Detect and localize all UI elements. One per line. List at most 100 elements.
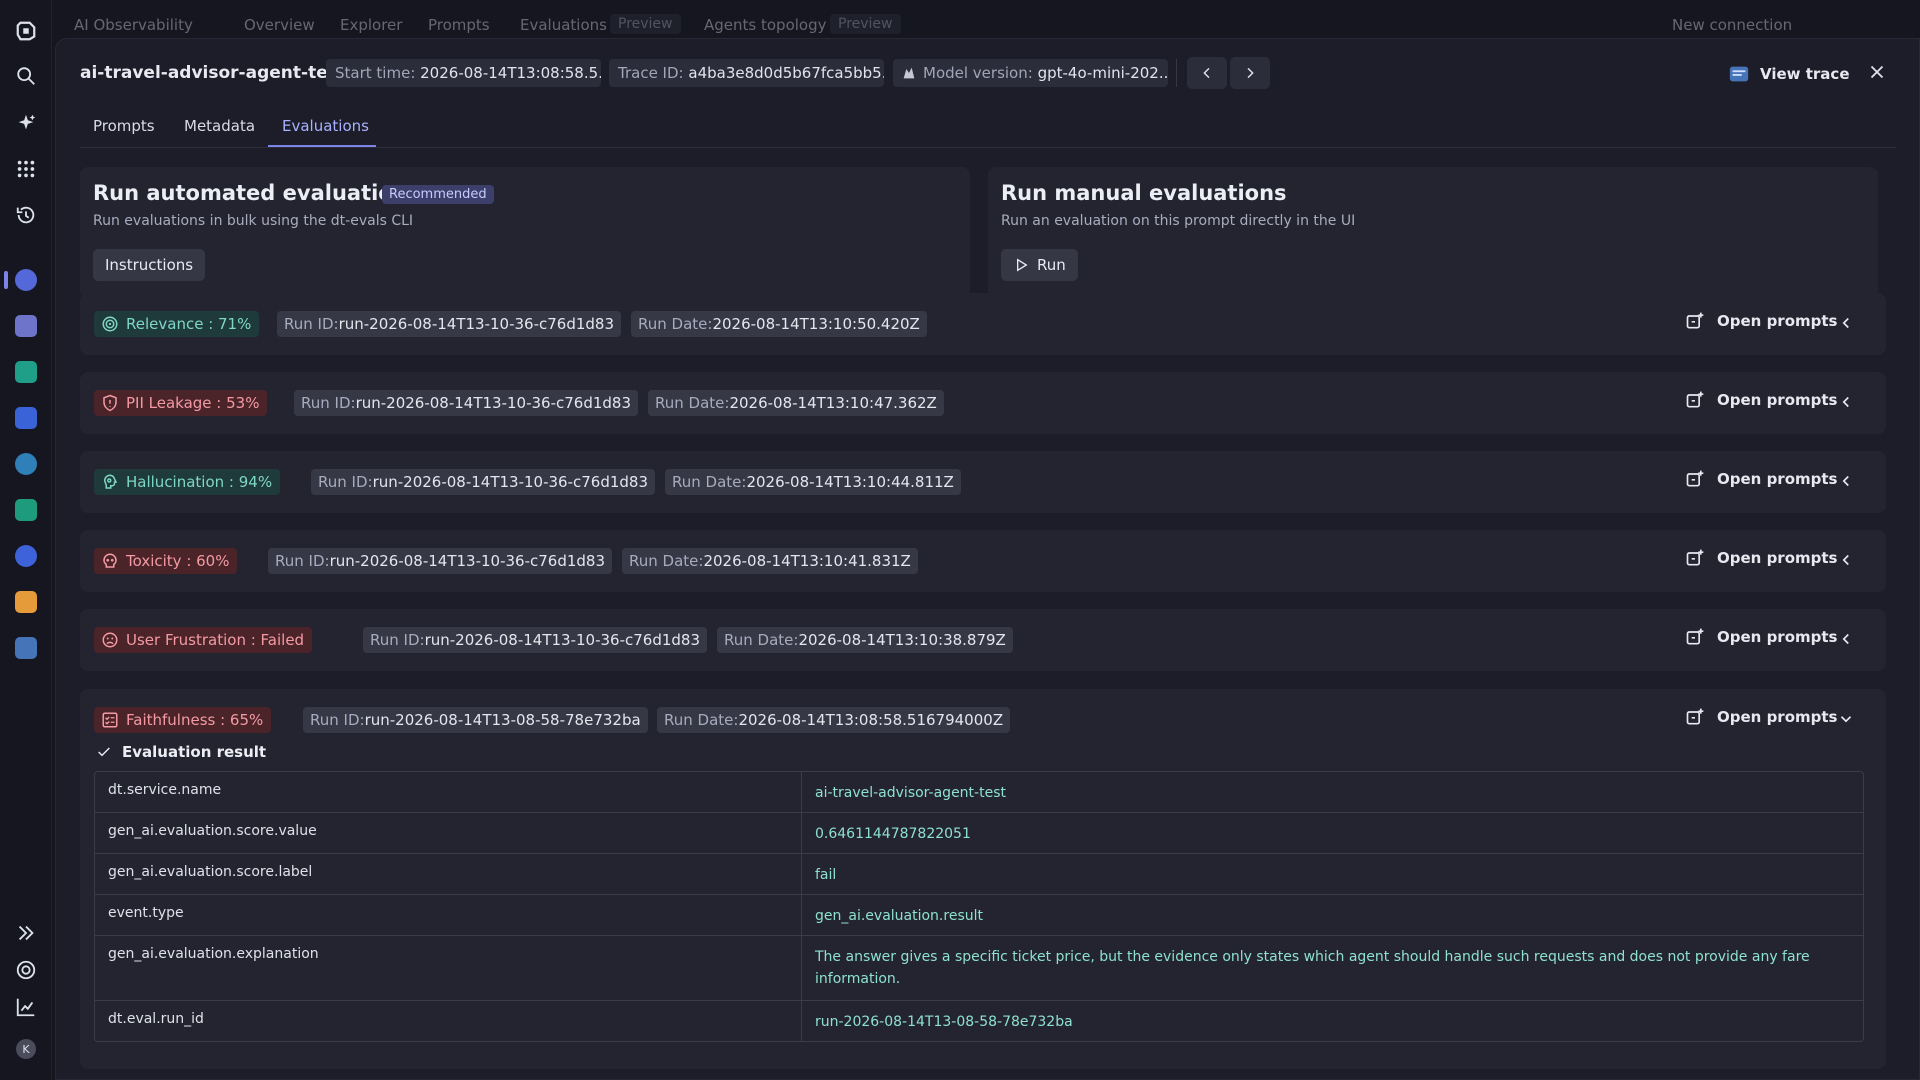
open-prompts-button[interactable]: Open prompts xyxy=(1685,627,1837,647)
evaluation-name: Relevance : 71% xyxy=(126,315,252,333)
run-date-chip: Run Date:2026-08-14T13:10:50.420Z xyxy=(631,311,927,337)
sparkle-icon[interactable] xyxy=(13,110,39,136)
evaluation-name: Toxicity : 60% xyxy=(126,552,230,570)
run-id-value: run-2026-08-14T13-10-36-c76d1d83 xyxy=(338,315,615,333)
new-connection-button[interactable]: New connection xyxy=(1672,16,1792,34)
run-button[interactable]: Run xyxy=(1001,249,1078,281)
evaluation-score-badge: Hallucination : 94% xyxy=(94,469,281,495)
help-ring-icon[interactable] xyxy=(13,957,39,983)
run-date-value: 2026-08-14T13:10:38.879Z xyxy=(798,631,1006,649)
ai-observability-app-icon[interactable] xyxy=(13,267,39,293)
chip-key: Trace ID xyxy=(618,64,679,82)
open-prompts-button[interactable]: Open prompts xyxy=(1685,390,1837,410)
kubernetes-app-icon[interactable] xyxy=(13,497,39,523)
evaluation-name: Hallucination : 94% xyxy=(126,473,273,491)
run-id-key: Run ID xyxy=(370,631,420,649)
chevron-left-icon[interactable] xyxy=(1837,314,1855,332)
chevron-left-icon[interactable] xyxy=(1837,630,1855,648)
open-prompts-button[interactable]: Open prompts xyxy=(1685,707,1837,727)
evaluation-name: Faithfulness : 65% xyxy=(126,711,264,729)
evaluation-row[interactable]: Hallucination : 94% Run ID:run-2026-08-14… xyxy=(80,451,1886,513)
search-icon[interactable] xyxy=(13,63,39,89)
chevron-left-icon[interactable] xyxy=(1837,393,1855,411)
chevron-left-icon[interactable] xyxy=(1837,551,1855,569)
chevron-left-icon[interactable] xyxy=(1837,472,1855,490)
shield-icon xyxy=(103,394,117,412)
evaluation-name: PII Leakage : 53% xyxy=(126,394,260,412)
result-value[interactable]: run-2026-08-14T13-08-58-78e732ba xyxy=(802,1001,1863,1041)
logs-app-icon[interactable] xyxy=(13,635,39,661)
result-key: dt.service.name xyxy=(95,772,802,812)
notebook-app-icon[interactable] xyxy=(13,405,39,431)
evaluation-row[interactable]: Faithfulness : 65% Run ID:run-2026-08-14T… xyxy=(80,689,1886,1069)
open-prompts-icon xyxy=(1686,628,1704,645)
cube-app-icon[interactable] xyxy=(13,313,39,339)
chip-value: a4ba3e8d0d5b67fca5bb5... xyxy=(688,64,884,82)
tab-evaluations[interactable]: Evaluations xyxy=(282,117,369,135)
run-id-key: Run ID xyxy=(275,552,325,570)
evaluation-row[interactable]: Toxicity : 60% Run ID:run-2026-08-14T13-1… xyxy=(80,530,1886,592)
close-icon[interactable] xyxy=(1866,61,1888,83)
open-prompts-button[interactable]: Open prompts xyxy=(1685,469,1837,489)
open-prompts-button[interactable]: Open prompts xyxy=(1685,548,1837,568)
dynatrace-logo-icon[interactable] xyxy=(13,18,39,44)
result-value[interactable]: gen_ai.evaluation.result xyxy=(802,895,1863,935)
automated-title: Run automated evaluations xyxy=(93,181,421,205)
brain-icon xyxy=(103,474,118,489)
analytics-icon[interactable] xyxy=(13,994,39,1020)
view-trace-label: View trace xyxy=(1760,65,1850,83)
nav-prompts[interactable]: Prompts xyxy=(428,16,490,34)
tab-metadata[interactable]: Metadata xyxy=(184,117,255,135)
chevron-down-icon[interactable] xyxy=(1837,710,1855,728)
avatar-initial: K xyxy=(16,1039,36,1059)
nav-explorer[interactable]: Explorer xyxy=(340,16,402,34)
tabs-divider xyxy=(80,147,1896,148)
app-name[interactable]: AI Observability xyxy=(74,16,193,34)
open-prompts-button[interactable]: Open prompts xyxy=(1685,311,1837,331)
open-prompts-label: Open prompts xyxy=(1717,708,1838,726)
dashboard-app-icon[interactable] xyxy=(13,359,39,385)
result-value[interactable]: fail xyxy=(802,854,1863,894)
run-date-key: Run Date xyxy=(629,552,699,570)
evaluation-score-badge: PII Leakage : 53% xyxy=(94,390,268,416)
result-value[interactable]: 0.6461144787822051 xyxy=(802,813,1863,853)
run-id-chip: Run ID:run-2026-08-14T13-10-36-c76d1d83 xyxy=(277,311,622,337)
globe-app-icon[interactable] xyxy=(13,451,39,477)
run-date-key: Run Date xyxy=(638,315,708,333)
previous-trace-button[interactable] xyxy=(1187,57,1227,89)
apps-grid-icon[interactable] xyxy=(13,156,39,182)
next-trace-button[interactable] xyxy=(1230,57,1270,89)
tab-prompts[interactable]: Prompts xyxy=(93,117,155,135)
run-date-key: Run Date xyxy=(672,473,742,491)
expand-icon[interactable] xyxy=(13,920,39,946)
settings-app-icon[interactable] xyxy=(13,543,39,569)
result-value[interactable]: ai-travel-advisor-agent-test xyxy=(802,772,1863,812)
recommended-badge: Recommended xyxy=(382,185,494,204)
run-id-key: Run ID xyxy=(301,394,351,412)
run-id-chip: Run ID:run-2026-08-14T13-10-36-c76d1d83 xyxy=(268,548,613,574)
result-row: gen_ai.evaluation.score.label fail xyxy=(95,854,1863,895)
evaluation-row[interactable]: PII Leakage : 53% Run ID:run-2026-08-14T1… xyxy=(80,372,1886,434)
run-id-value: run-2026-08-14T13-10-36-c76d1d83 xyxy=(372,473,649,491)
instructions-button[interactable]: Instructions xyxy=(93,249,206,281)
evaluation-row[interactable]: Relevance : 71% Run ID:run-2026-08-14T13-… xyxy=(80,293,1886,355)
package-app-icon[interactable] xyxy=(13,589,39,615)
user-avatar[interactable]: K xyxy=(13,1036,39,1062)
run-id-chip: Run ID:run-2026-08-14T13-10-36-c76d1d83 xyxy=(294,390,639,416)
nav-evaluations[interactable]: Evaluations xyxy=(520,16,607,34)
skull-icon xyxy=(103,553,117,568)
evaluation-result-header[interactable]: Evaluation result xyxy=(96,743,266,761)
result-value[interactable]: The answer gives a specific ticket price… xyxy=(802,936,1863,1000)
nav-overview[interactable]: Overview xyxy=(244,16,315,34)
view-trace-button[interactable]: View trace xyxy=(1728,63,1850,85)
run-id-key: Run ID xyxy=(318,473,368,491)
nav-agents-topology[interactable]: Agents topology xyxy=(704,16,826,34)
evaluation-row[interactable]: User Frustration : Failed Run ID:run-2026… xyxy=(80,609,1886,671)
manual-title: Run manual evaluations xyxy=(1001,181,1287,205)
automated-subtitle: Run evaluations in bulk using the dt-eva… xyxy=(93,213,414,229)
history-icon[interactable] xyxy=(13,202,39,228)
run-id-key: Run ID xyxy=(284,315,334,333)
result-row: event.type gen_ai.evaluation.result xyxy=(95,895,1863,936)
result-row: gen_ai.evaluation.explanation The answer … xyxy=(95,936,1863,1001)
run-id-chip: Run ID:run-2026-08-14T13-08-58-78e732ba xyxy=(303,707,648,733)
